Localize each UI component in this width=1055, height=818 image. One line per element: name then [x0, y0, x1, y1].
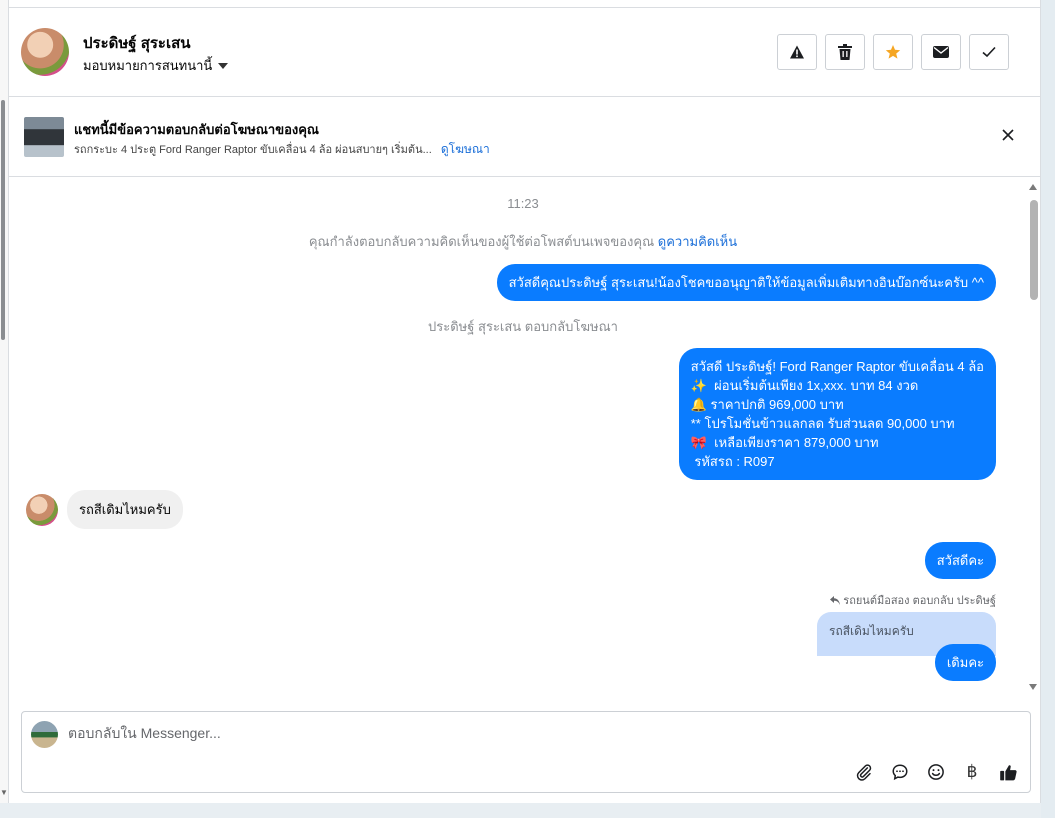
- system-message: คุณกำลังตอบกลับความคิดเห็นของผู้ใช้ต่อโพ…: [9, 231, 1037, 252]
- scroll-down-arrow-icon[interactable]: ▼: [0, 788, 8, 797]
- left-scrollbar-thumb[interactable]: [1, 100, 5, 340]
- system-comment-text: คุณกำลังตอบกลับความคิดเห็นของผู้ใช้ต่อโพ…: [308, 234, 655, 249]
- reply-context-text: รถยนต์มือสอง ตอบกลับ ประดิษฐ์: [843, 595, 996, 607]
- header-actions: [777, 34, 1009, 70]
- avatar[interactable]: [26, 494, 58, 526]
- assign-label: มอบหมายการสนทนานี้: [83, 58, 213, 73]
- envelope-icon: [933, 46, 949, 58]
- page-avatar: [31, 721, 58, 748]
- ad-thumbnail[interactable]: [24, 117, 64, 157]
- thread-scrollbar[interactable]: [1026, 178, 1040, 692]
- reply-composer: ฿: [21, 711, 1031, 793]
- report-button[interactable]: [777, 34, 817, 70]
- paperclip-icon: [856, 764, 872, 781]
- view-comment-link[interactable]: ดูความคิดเห็น: [658, 234, 737, 249]
- assign-dropdown[interactable]: มอบหมายการสนทนานี้: [83, 55, 229, 76]
- ad-reply-banner: แชทนี้มีข้อความตอบกลับต่อโฆษณาของคุณ รถก…: [9, 97, 1040, 177]
- mark-unread-button[interactable]: [921, 34, 961, 70]
- emoji-button[interactable]: [926, 762, 946, 782]
- close-icon[interactable]: [1000, 127, 1016, 143]
- scroll-up-arrow-icon[interactable]: [1029, 184, 1037, 190]
- view-ad-link[interactable]: ดูโฆษณา: [441, 142, 490, 156]
- attach-button[interactable]: [854, 762, 874, 782]
- emoji-icon: [928, 764, 944, 780]
- like-button[interactable]: [998, 762, 1018, 782]
- conversation-header: ประดิษฐ์ สุระเสน มอบหมายการสนทนานี้: [9, 8, 1040, 97]
- reply-context: รถยนต์มือสอง ตอบกลับ ประดิษฐ์: [830, 591, 996, 609]
- window-edge: [1041, 0, 1055, 818]
- trash-icon: [838, 44, 852, 60]
- outgoing-message[interactable]: สวัสดี ประดิษฐ์! Ford Ranger Raptor ขับเ…: [678, 348, 996, 480]
- chat-bubble-icon: [892, 764, 908, 781]
- thread-scrollbar-thumb[interactable]: [1030, 200, 1038, 300]
- system-message-ad-reply: ประดิษฐ์ สุระเสน ตอบกลับโฆษณา: [428, 319, 618, 334]
- message-thread[interactable]: 11:23 คุณกำลังตอบกลับความคิดเห็นของผู้ใช…: [9, 178, 1040, 692]
- conversation-panel: ประดิษฐ์ สุระเสน มอบหมายการสนทนานี้ แชทน…: [8, 0, 1041, 803]
- delete-button[interactable]: [825, 34, 865, 70]
- composer-tools: ฿: [854, 762, 1018, 782]
- payment-button[interactable]: ฿: [962, 762, 982, 782]
- timestamp: 11:23: [507, 196, 539, 211]
- mark-done-button[interactable]: [969, 34, 1009, 70]
- ad-banner-title: แชทนี้มีข้อความตอบกลับต่อโฆษณาของคุณ: [74, 122, 319, 137]
- message-input[interactable]: [68, 725, 768, 741]
- thumbs-up-icon: [999, 764, 1017, 780]
- star-button[interactable]: [873, 34, 913, 70]
- star-icon: [885, 45, 901, 59]
- incoming-message[interactable]: รถสีเดิมไหมครับ: [67, 490, 183, 529]
- scroll-down-arrow-icon[interactable]: [1029, 684, 1037, 690]
- avatar[interactable]: [21, 28, 69, 76]
- contact-name[interactable]: ประดิษฐ์ สุระเสน: [83, 31, 191, 55]
- left-scrollbar[interactable]: ▼: [0, 0, 8, 803]
- caret-down-icon: [218, 62, 229, 69]
- baht-icon: ฿: [966, 762, 978, 782]
- ad-banner-subtitle: รถกระบะ 4 ประตู Ford Ranger Raptor ขับเค…: [74, 140, 490, 159]
- outgoing-message[interactable]: สวัสดีคะ: [924, 542, 996, 579]
- ad-description: รถกระบะ 4 ประตู Ford Ranger Raptor ขับเค…: [74, 144, 432, 156]
- reply-arrow-icon: [830, 595, 841, 605]
- check-icon: [982, 46, 996, 58]
- saved-replies-button[interactable]: [890, 762, 910, 782]
- outgoing-message[interactable]: เดิมคะ: [934, 644, 996, 681]
- outgoing-message[interactable]: สวัสดีคุณประดิษฐ์ สุระเสน!น้องโชคขออนุญา…: [496, 264, 996, 301]
- warning-icon: [790, 45, 804, 59]
